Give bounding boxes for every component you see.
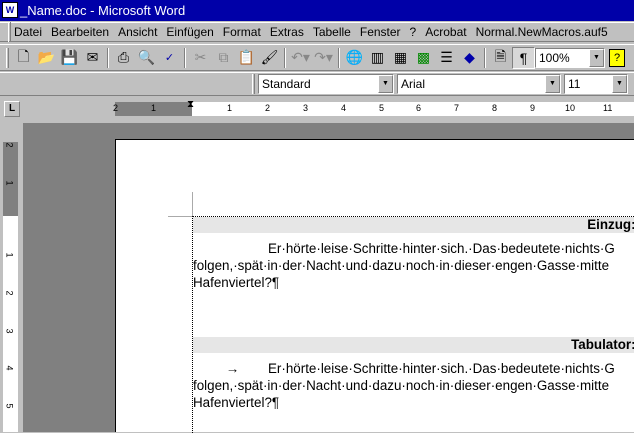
ruler-number: 4 xyxy=(341,103,347,113)
style-combo[interactable]: Standard ▼ xyxy=(258,74,394,94)
toolbar-grip[interactable] xyxy=(252,74,255,94)
open-folder-icon[interactable]: 📂 xyxy=(35,47,58,69)
window-title: _Name.doc - Microsoft Word xyxy=(20,3,186,18)
paragraph-line: Er·hörte·leise·Schritte·hinter·sich.·Das… xyxy=(268,241,615,256)
heading-text: Tabulator:¶ xyxy=(571,337,634,352)
font-combo[interactable]: Arial ▼ xyxy=(397,74,561,94)
menu-extras[interactable]: Extras xyxy=(270,25,304,39)
email-icon[interactable]: ✉ xyxy=(81,47,104,69)
chevron-down-icon[interactable]: ▼ xyxy=(612,75,627,93)
chevron-down-icon[interactable]: ▼ xyxy=(545,75,560,93)
document-page[interactable]: Einzug:¶ Er·hörte·leise·Schritte·hinter·… xyxy=(115,139,634,433)
ruler-number: 3 xyxy=(303,103,309,113)
spelling-icon[interactable]: ✓ xyxy=(158,47,181,69)
menu-help[interactable]: ? xyxy=(410,25,417,39)
menu-acrobat[interactable]: Acrobat xyxy=(425,25,466,39)
print-icon[interactable]: ⎙ xyxy=(112,47,135,69)
hyperlink-icon[interactable]: 🌐 xyxy=(343,47,366,69)
vertical-ruler[interactable]: 2 1 1 2 3 4 5 xyxy=(3,142,18,432)
style-value: Standard xyxy=(262,77,311,91)
formatting-toolbar: Standard ▼ Arial ▼ 11 ▼ xyxy=(0,72,634,96)
ruler-margin xyxy=(3,142,18,216)
save-icon[interactable]: 💾 xyxy=(58,47,81,69)
drawing-icon[interactable]: ◆ xyxy=(458,47,481,69)
menu-tabelle[interactable]: Tabelle xyxy=(313,25,351,39)
redo-icon[interactable]: ↷▾ xyxy=(312,47,335,69)
insert-excel-icon[interactable]: ▩ xyxy=(412,47,435,69)
print-preview-icon[interactable]: 🔍 xyxy=(135,47,158,69)
ruler-number: 1 xyxy=(4,252,15,258)
ruler-number: 7 xyxy=(454,103,460,113)
paragraph-line: folgen,·spät·in·der·Nacht·und·dazu·noch·… xyxy=(193,378,610,393)
new-document-icon[interactable]: 🗋 xyxy=(12,47,35,69)
paragraph-line: folgen,·spät·in·der·Nacht·und·dazu·noch·… xyxy=(193,258,610,273)
chevron-down-icon[interactable]: ▼ xyxy=(589,48,604,67)
heading-einzug: Einzug:¶ xyxy=(193,217,634,233)
chevron-down-icon[interactable]: ▼ xyxy=(378,75,393,93)
ruler-number: 11 xyxy=(603,103,613,113)
ruler-number: 9 xyxy=(530,103,536,113)
crop-mark xyxy=(168,216,192,217)
ruler-number: 5 xyxy=(379,103,385,113)
menu-grip[interactable] xyxy=(8,22,11,42)
separator xyxy=(484,47,486,68)
menu-ansicht[interactable]: Ansicht xyxy=(118,25,157,39)
title-bar: W _Name.doc - Microsoft Word xyxy=(0,0,634,21)
ruler-number: 8 xyxy=(492,103,498,113)
ruler-number: 4 xyxy=(4,365,15,371)
ruler-number: 1 xyxy=(4,180,15,186)
ruler-number: 3 xyxy=(4,328,15,334)
insert-table-icon[interactable]: ▦ xyxy=(389,47,412,69)
font-size-value: 11 xyxy=(568,77,581,91)
help-icon[interactable]: ? xyxy=(609,48,625,67)
paste-icon[interactable]: 📋 xyxy=(235,47,258,69)
menu-bar: Datei Bearbeiten Ansicht Einfügen Format… xyxy=(0,22,634,42)
crop-mark xyxy=(192,192,193,216)
document-map-icon[interactable]: 🗎 xyxy=(489,47,512,69)
copy-icon[interactable]: ⧉ xyxy=(212,47,235,69)
columns-icon[interactable]: ☰ xyxy=(435,47,458,69)
heading-tabulator: Tabulator:¶ xyxy=(193,337,634,353)
paragraph-line: Hafenviertel?¶ xyxy=(193,275,280,290)
tables-borders-icon[interactable]: ▥ xyxy=(366,47,389,69)
font-value: Arial xyxy=(401,77,426,91)
font-size-combo[interactable]: 11 ▼ xyxy=(564,74,628,94)
ruler-number: 5 xyxy=(4,403,15,409)
menu-format[interactable]: Format xyxy=(223,25,261,39)
standard-toolbar: 🗋 📂 💾 ✉ ⎙ 🔍 ✓ ✂ ⧉ 📋 🖌 ↶▾ ↷▾ 🌐 ▥ ▦ ▩ ☰ ◆ … xyxy=(0,44,634,71)
zoom-value: 100% xyxy=(539,50,570,65)
toolbar-grip[interactable] xyxy=(6,47,9,68)
ruler-number: 2 xyxy=(4,290,15,296)
word-icon[interactable]: W xyxy=(2,2,18,18)
heading-text: Einzug:¶ xyxy=(587,217,634,232)
ruler-number: 2 xyxy=(265,103,271,113)
menu-einfuegen[interactable]: Einfügen xyxy=(166,25,213,39)
paragraph-line: Hafenviertel?¶ xyxy=(193,395,280,410)
zoom-combo[interactable]: 100% ▼ xyxy=(535,47,605,68)
horizontal-ruler[interactable]: 2 1 1 2 3 4 5 6 7 8 9 10 11 ⧗ xyxy=(113,99,634,116)
separator xyxy=(184,47,186,68)
ruler-number: 2 xyxy=(113,103,119,113)
format-painter-icon[interactable]: 🖌 xyxy=(258,47,281,69)
menu-macros[interactable]: Normal.NewMacros.auf5 xyxy=(476,25,608,39)
paragraph-line: Er·hörte·leise·Schritte·hinter·sich.·Das… xyxy=(268,361,615,376)
ruler-number: 2 xyxy=(4,142,15,148)
menu-fenster[interactable]: Fenster xyxy=(360,25,401,39)
undo-icon[interactable]: ↶▾ xyxy=(289,47,312,69)
separator xyxy=(284,47,286,68)
ruler-number: 1 xyxy=(227,103,233,113)
menu-datei[interactable]: Datei xyxy=(14,25,42,39)
ruler-number: 6 xyxy=(416,103,422,113)
ruler-number: 1 xyxy=(151,103,157,113)
separator xyxy=(107,47,109,68)
show-formatting-icon[interactable]: ¶ xyxy=(512,46,535,69)
cut-icon[interactable]: ✂ xyxy=(189,47,212,69)
tab-selector-button[interactable]: L xyxy=(4,101,20,117)
indent-marker-handle[interactable]: ⧗ xyxy=(187,99,194,110)
separator xyxy=(338,47,340,68)
menu-bearbeiten[interactable]: Bearbeiten xyxy=(51,25,109,39)
ruler-number: 10 xyxy=(565,103,576,113)
